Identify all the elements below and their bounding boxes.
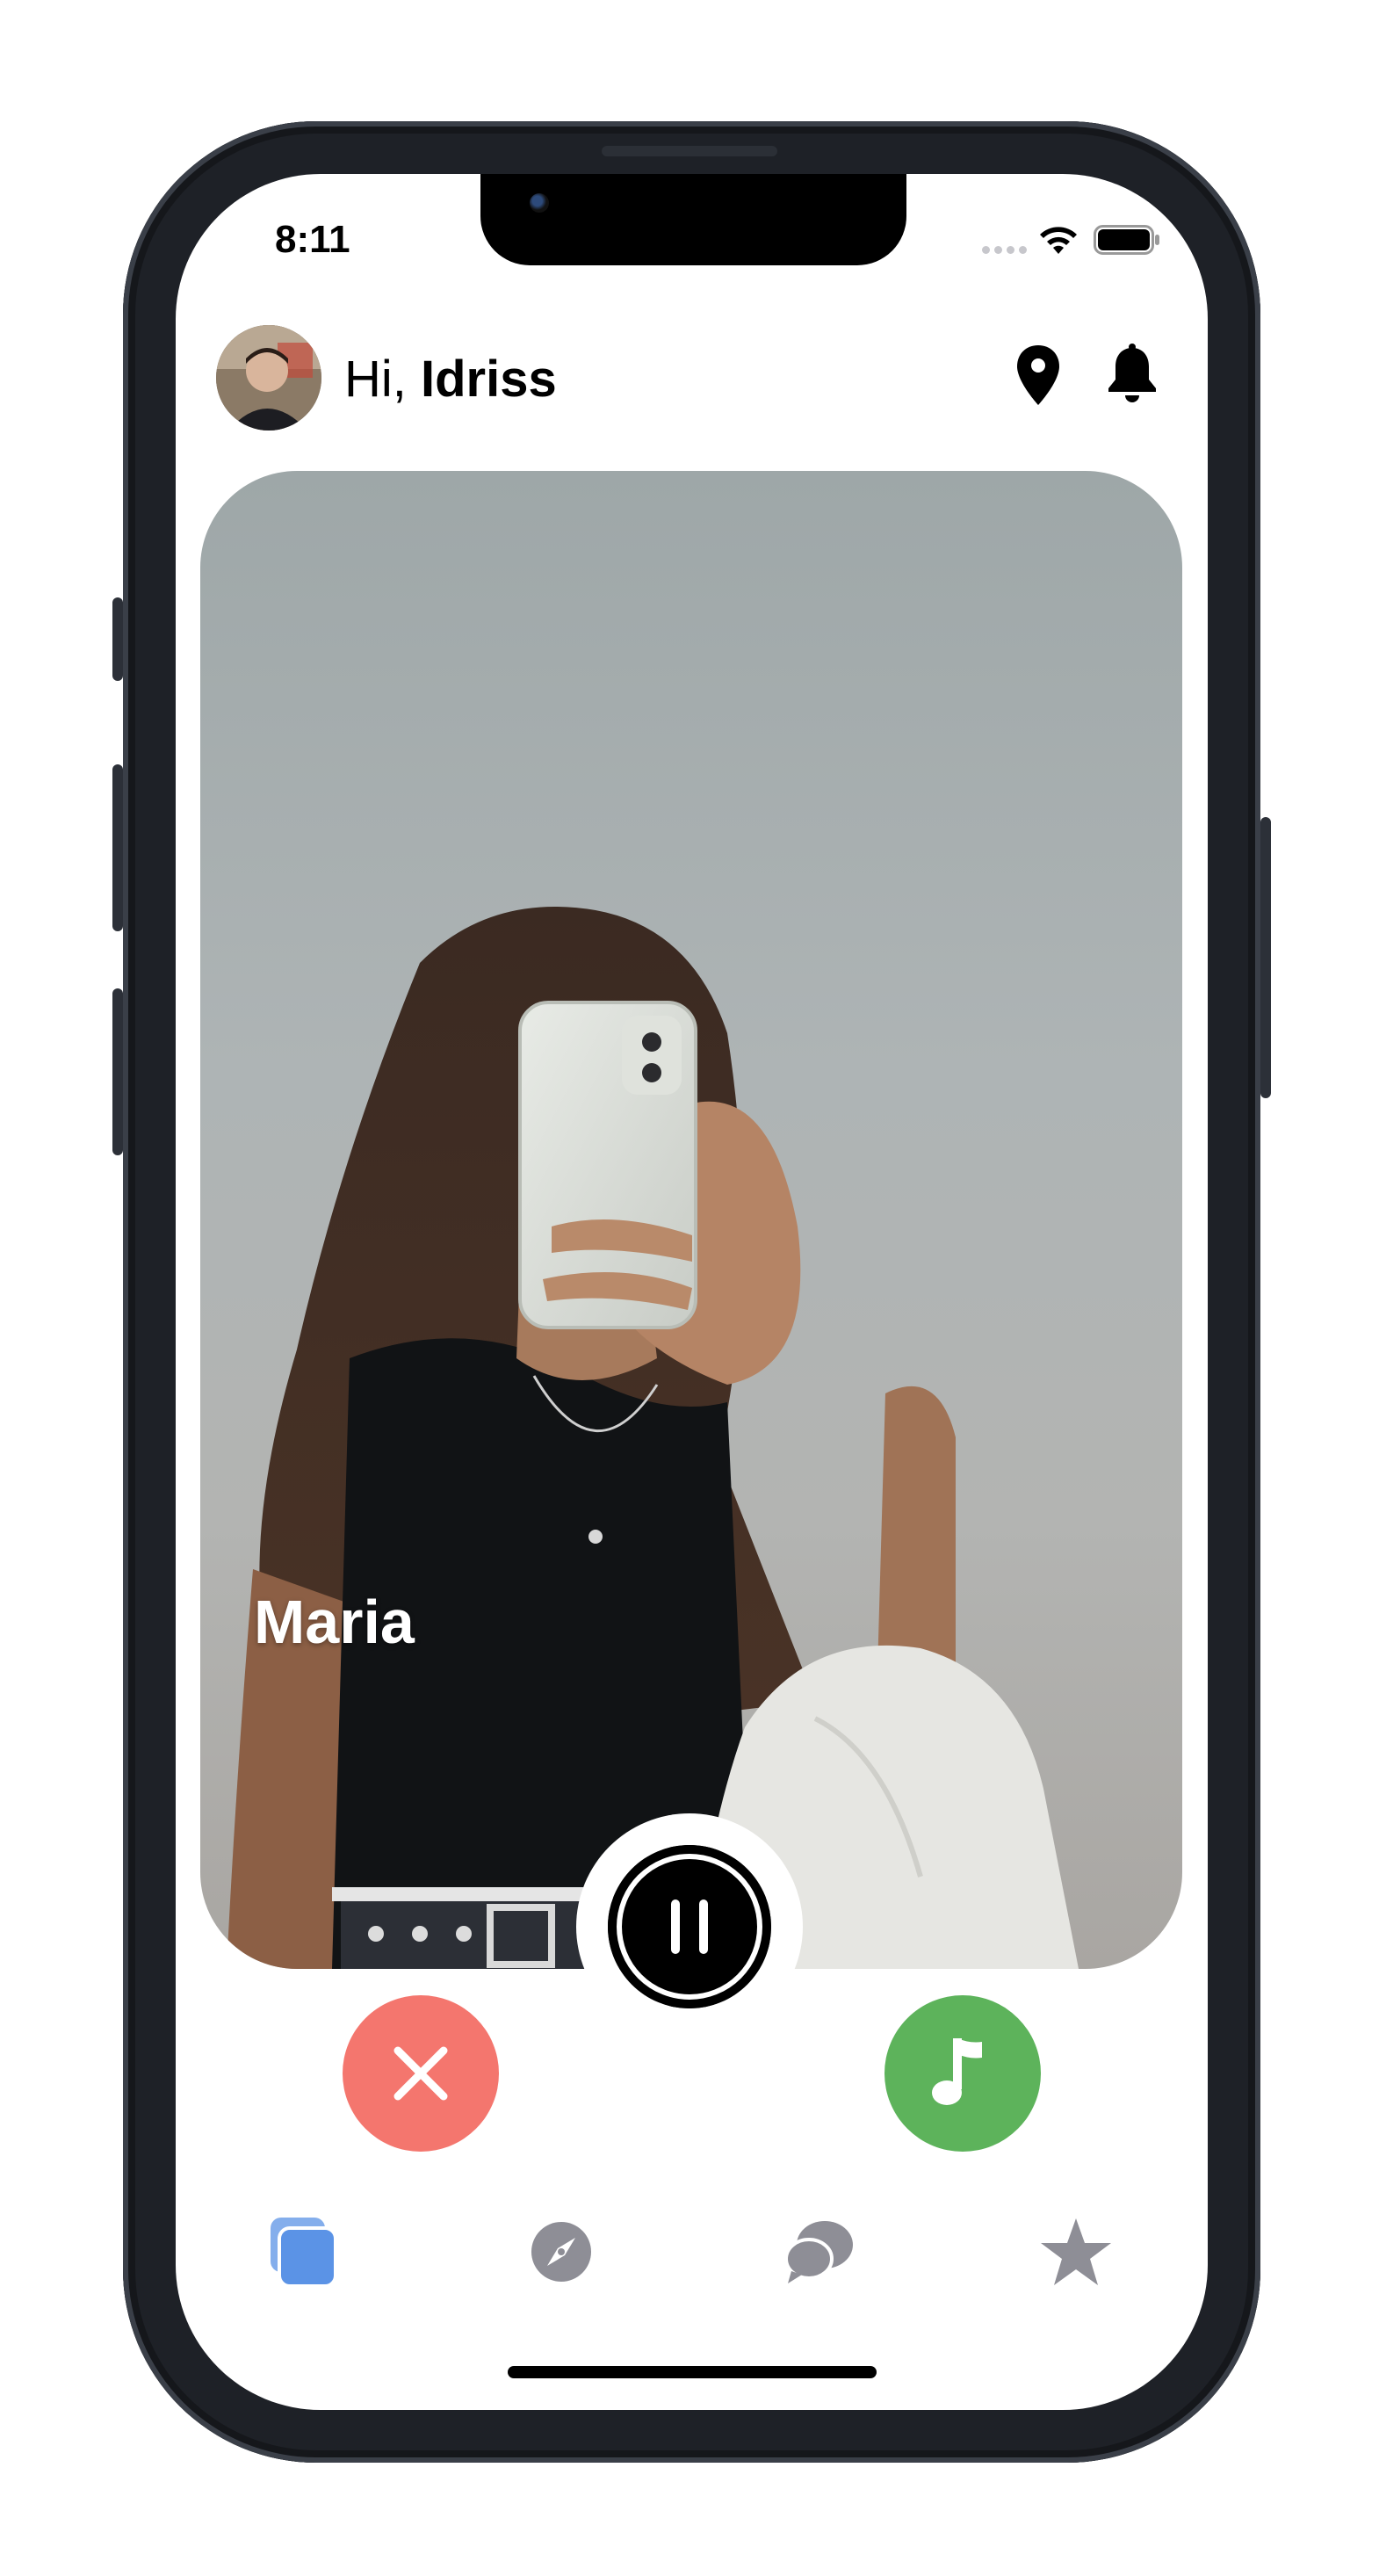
battery-icon	[1094, 225, 1159, 255]
reject-button[interactable]	[343, 1995, 499, 2152]
greeting: Hi, Idriss	[344, 350, 557, 409]
app-screen: 8:11 Hi, Idriss Maria	[176, 174, 1208, 2410]
tab-cards[interactable]	[255, 2203, 351, 2300]
star-icon	[1041, 2218, 1111, 2285]
chat-bubbles-icon	[784, 2221, 853, 2283]
power-button	[1260, 817, 1271, 1098]
pause-button-container	[576, 1813, 803, 2040]
compass-icon	[531, 2222, 591, 2282]
notch	[480, 174, 906, 265]
front-camera	[530, 193, 549, 213]
cards-icon	[271, 2218, 337, 2288]
home-indicator[interactable]	[508, 2366, 877, 2378]
pause-icon	[671, 1899, 708, 1954]
pause-button[interactable]	[608, 1845, 771, 2008]
greeting-prefix: Hi,	[344, 351, 421, 408]
signal-dots-icon	[982, 246, 1027, 254]
volume-down-button	[112, 988, 123, 1155]
silent-switch	[112, 597, 123, 681]
music-note-icon	[932, 2038, 982, 2105]
wifi-icon	[1040, 227, 1077, 254]
tab-favorites[interactable]	[1028, 2203, 1124, 2300]
avatar[interactable]	[216, 325, 321, 431]
status-time: 8:11	[275, 218, 350, 261]
profile-name: Maria	[254, 1588, 415, 1656]
user-avatar-icon	[216, 325, 321, 431]
volume-up-button	[112, 764, 123, 931]
user-name: Idriss	[421, 351, 557, 408]
bell-icon[interactable]	[1104, 343, 1160, 406]
earpiece-speaker	[602, 146, 777, 156]
profile-card[interactable]: Maria	[200, 471, 1182, 1969]
close-icon	[393, 2046, 448, 2101]
like-button[interactable]	[884, 1995, 1041, 2152]
tab-discover[interactable]	[513, 2203, 610, 2300]
tab-messages[interactable]	[770, 2203, 867, 2300]
map-pin-icon[interactable]	[1014, 344, 1062, 407]
profile-photo	[227, 907, 1079, 1969]
